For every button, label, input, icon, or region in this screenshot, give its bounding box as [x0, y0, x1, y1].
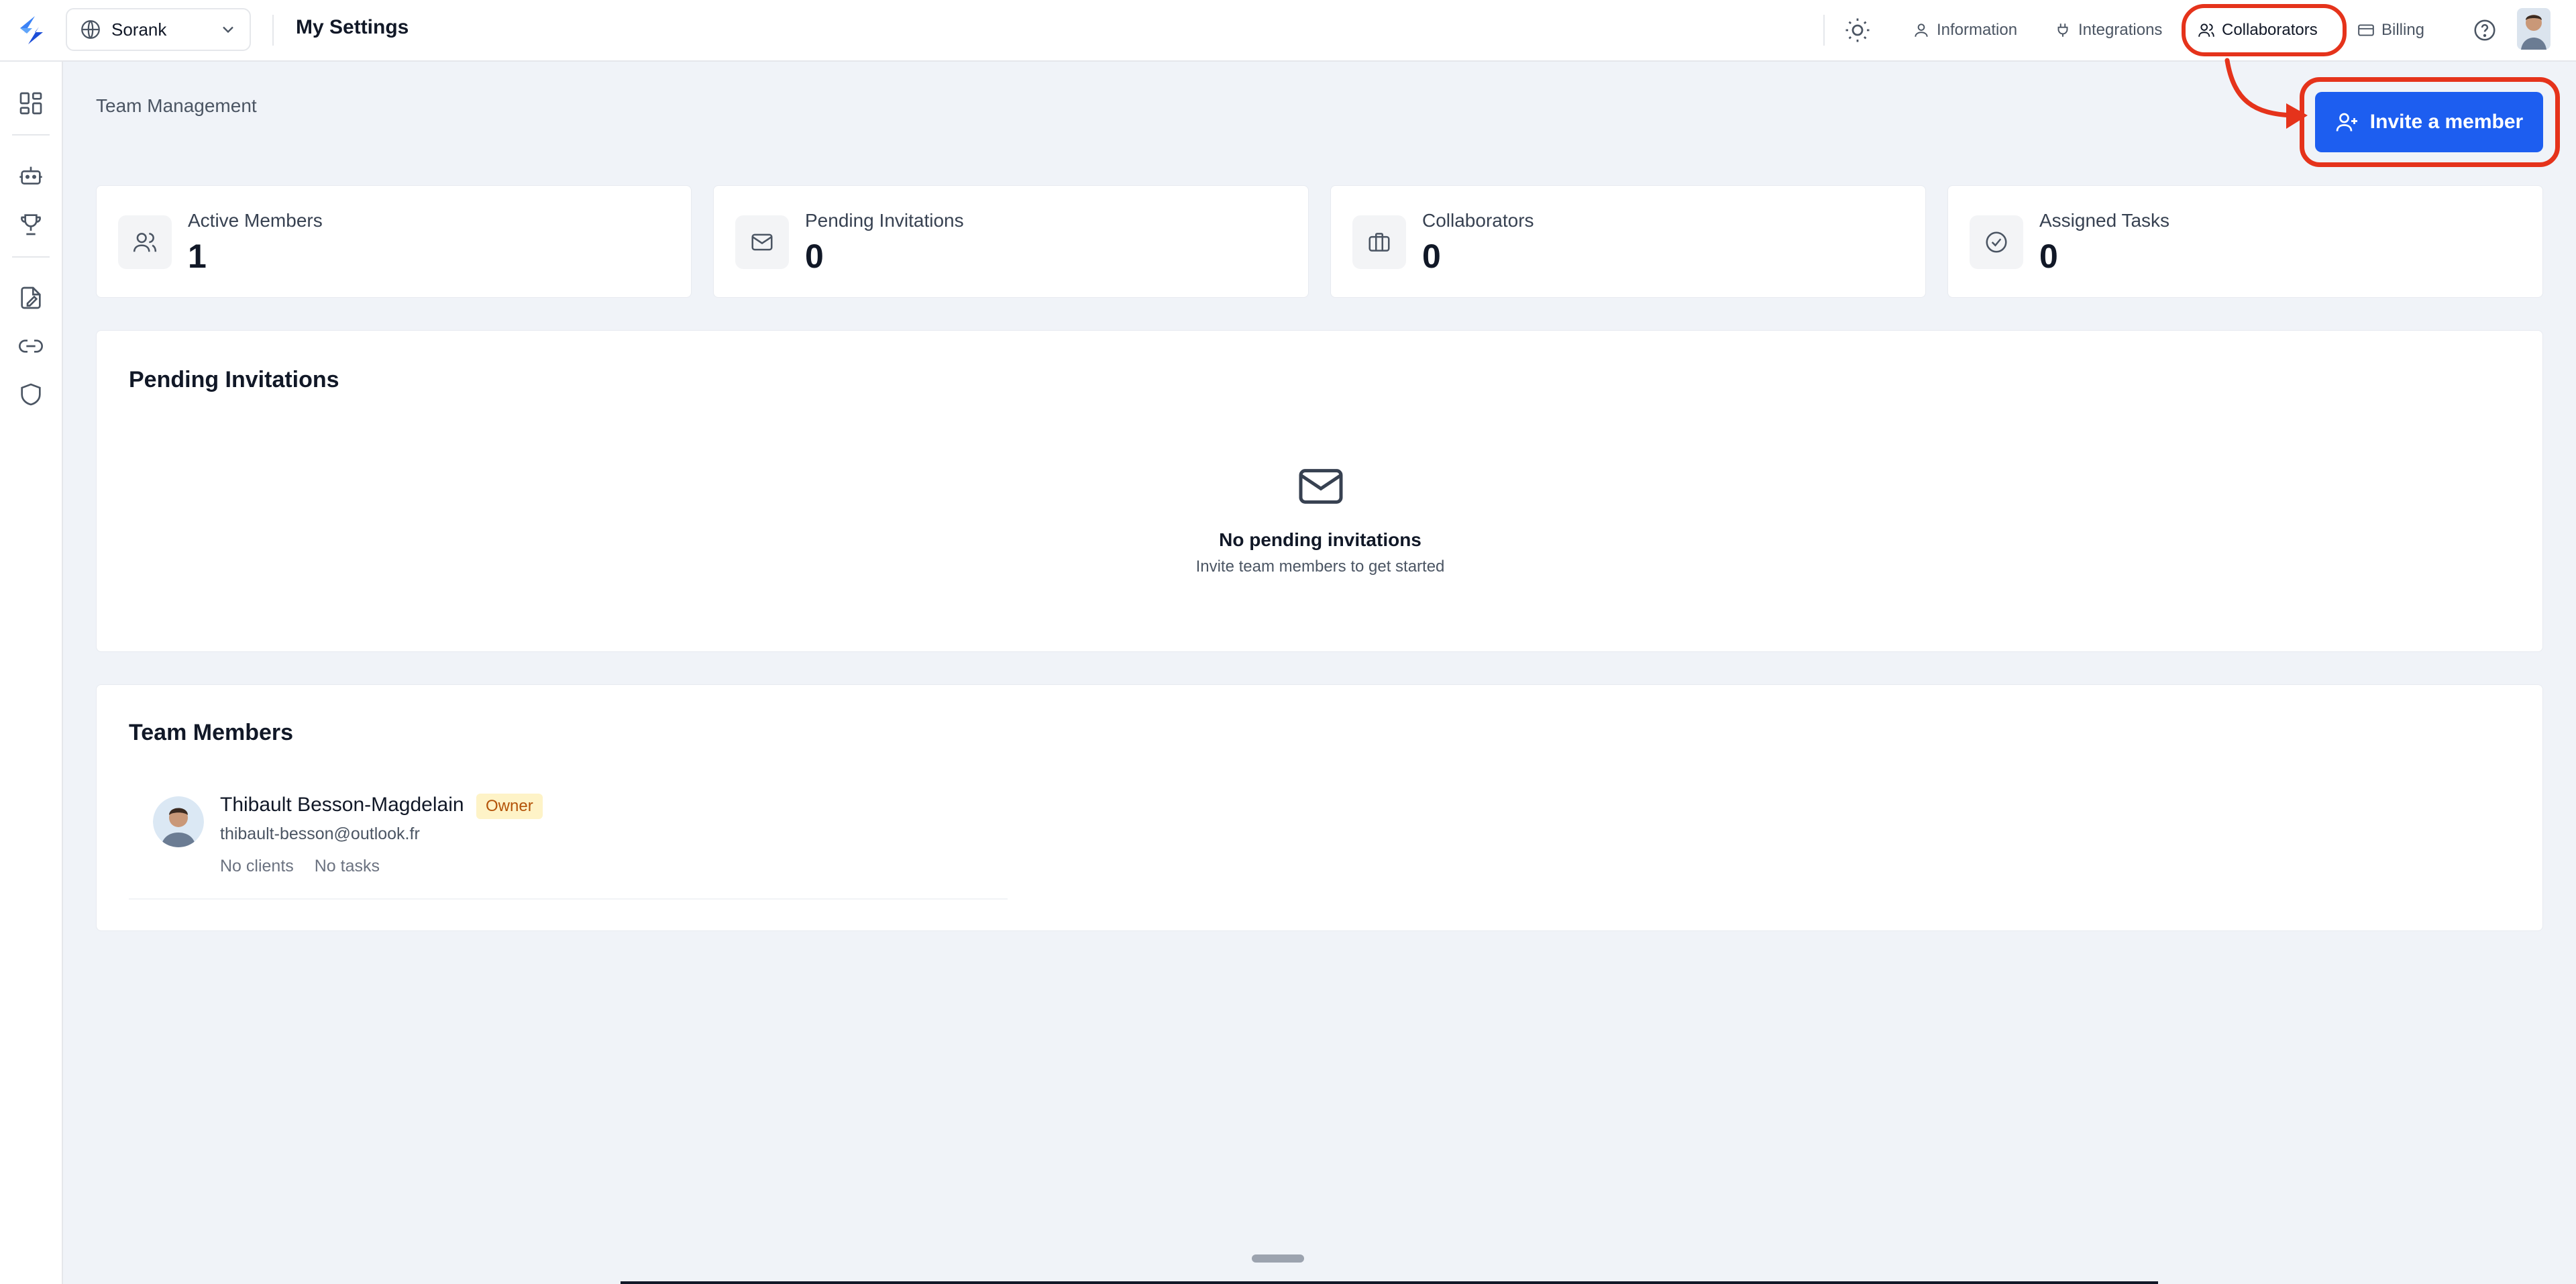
- stat-label: Collaborators: [1422, 210, 1534, 231]
- help-icon[interactable]: [2472, 17, 2498, 43]
- user-avatar[interactable]: [2517, 8, 2551, 50]
- chevron-down-icon: [223, 26, 233, 34]
- member-meta: No clients No tasks: [220, 857, 380, 876]
- tab-label: Integrations: [2078, 21, 2163, 39]
- sorank-logo-icon[interactable]: [15, 13, 48, 47]
- user-plus-icon: [2336, 113, 2357, 131]
- workspace-selector[interactable]: Sorank: [66, 8, 251, 51]
- workspace-name: Sorank: [111, 19, 167, 40]
- page-title: My Settings: [296, 16, 409, 38]
- team-members-panel: Team Members Thibault Besson-Magdelain O…: [96, 684, 2543, 931]
- invite-member-button[interactable]: Invite a member: [2315, 92, 2543, 152]
- member-tasks: No tasks: [314, 857, 380, 875]
- stat-value: 0: [805, 237, 824, 275]
- invite-member-label: Invite a member: [2369, 111, 2524, 133]
- stat-icon-box: [1352, 215, 1406, 269]
- user-icon: [1915, 23, 1928, 37]
- tab-integrations[interactable]: Integrations: [2050, 13, 2166, 47]
- check-circle-icon: [1986, 231, 2007, 253]
- users-icon: [133, 233, 157, 252]
- panel-title: Team Members: [129, 720, 294, 745]
- sidebar: [0, 62, 63, 1284]
- divider: [12, 134, 50, 136]
- stat-value: 0: [1422, 237, 1441, 275]
- divider: [272, 15, 274, 46]
- globe-icon: [81, 20, 100, 39]
- link-icon[interactable]: [17, 333, 44, 360]
- empty-state-subtitle: Invite team members to get started: [1195, 557, 1445, 576]
- credit-card-icon: [2358, 24, 2374, 36]
- tab-label: Information: [1937, 21, 2018, 39]
- divider: [12, 256, 50, 258]
- member-avatar: [153, 796, 204, 847]
- trophy-icon[interactable]: [17, 211, 44, 237]
- pending-invitations-panel: Pending Invitations No pending invitatio…: [96, 330, 2543, 652]
- stat-card-assigned-tasks: Assigned Tasks 0: [1947, 185, 2543, 298]
- top-bar: Sorank My Settings Information Integrati…: [0, 0, 2576, 62]
- divider: [1823, 15, 1825, 46]
- role-badge: Owner: [476, 794, 543, 819]
- member-name: Thibault Besson-Magdelain: [220, 794, 464, 816]
- section-heading: Team Management: [96, 95, 257, 116]
- document-edit-icon[interactable]: [17, 284, 44, 311]
- divider: [129, 898, 1008, 900]
- panel-title: Pending Invitations: [129, 367, 339, 392]
- stat-value: 1: [188, 237, 207, 275]
- mail-icon: [1299, 469, 1343, 504]
- tab-information[interactable]: Information: [1909, 13, 2021, 47]
- stat-card-pending-invitations: Pending Invitations 0: [713, 185, 1309, 298]
- robot-icon[interactable]: [17, 162, 44, 189]
- shield-icon[interactable]: [17, 381, 44, 408]
- sun-icon[interactable]: [1843, 16, 1872, 44]
- stat-card-collaborators: Collaborators 0: [1330, 185, 1926, 298]
- tab-billing[interactable]: Billing: [2353, 13, 2428, 47]
- stat-card-active-members: Active Members 1: [96, 185, 692, 298]
- briefcase-icon: [1368, 233, 1390, 252]
- stat-value: 0: [2039, 237, 2058, 275]
- stat-icon-box: [735, 215, 789, 269]
- stat-icon-box: [1970, 215, 2023, 269]
- stat-label: Active Members: [188, 210, 323, 231]
- tab-label: Billing: [2381, 21, 2425, 39]
- bottom-edge-bar: [621, 1281, 2158, 1284]
- member-email: thibault-besson@outlook.fr: [220, 824, 420, 843]
- plug-icon: [2057, 23, 2068, 37]
- scroll-handle[interactable]: [1252, 1254, 1304, 1263]
- empty-state-title: No pending invitations: [1219, 529, 1421, 550]
- stat-icon-box: [118, 215, 172, 269]
- stat-label: Pending Invitations: [805, 210, 964, 231]
- annotation-highlight: [2182, 4, 2347, 56]
- mail-icon: [751, 233, 773, 251]
- member-clients: No clients: [220, 857, 294, 875]
- stat-label: Assigned Tasks: [2039, 210, 2170, 231]
- dashboard-icon[interactable]: [17, 90, 44, 117]
